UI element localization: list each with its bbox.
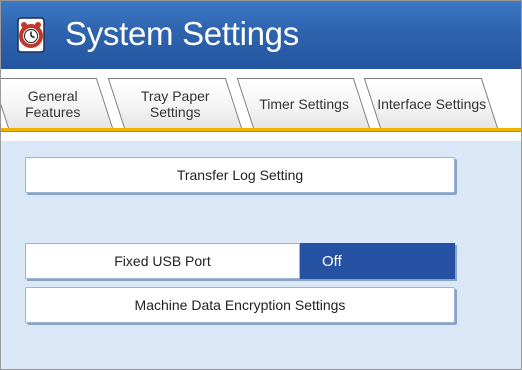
settings-panel: Transfer Log Setting Fixed USB Port Off … <box>1 141 521 369</box>
settings-clock-icon <box>15 15 47 55</box>
page-title: System Settings <box>65 15 299 52</box>
tab-label: General Features <box>1 88 104 120</box>
title-bar: System Settings <box>1 1 521 69</box>
tab-interface-settings[interactable]: Interface Settings <box>363 78 498 128</box>
tab-label: Timer Settings <box>259 96 349 112</box>
tab-timer-settings[interactable]: Timer Settings <box>236 78 370 128</box>
transfer-log-setting-button[interactable]: Transfer Log Setting <box>25 157 455 193</box>
tab-accent-shadow <box>1 131 521 132</box>
tab-label-line1: Tray Paper <box>140 87 210 104</box>
tab-label-line1: General <box>27 87 78 104</box>
machine-data-encryption-button[interactable]: Machine Data Encryption Settings <box>25 287 455 323</box>
fixed-usb-port-row[interactable]: Fixed USB Port Off <box>25 243 455 279</box>
system-settings-window: System Settings General Features Tray Pa… <box>0 0 522 370</box>
tab-label-line2: Settings <box>434 95 486 112</box>
tab-general-features[interactable]: General Features <box>1 78 114 128</box>
tab-label-line1: Timer <box>258 95 294 112</box>
tab-bar: General Features Tray Paper Settings Tim… <box>1 69 521 141</box>
fixed-usb-port-value: Off <box>300 243 455 279</box>
tab-label-line1: Interface <box>376 95 432 112</box>
tab-label-line2: Settings <box>149 103 201 120</box>
fixed-usb-port-label: Fixed USB Port <box>25 243 300 279</box>
tab-label-line2: Features <box>24 103 81 120</box>
tab-label-line2: Settings <box>297 95 349 112</box>
tab-tray-paper-settings[interactable]: Tray Paper Settings <box>107 78 242 128</box>
tab-label: Tray Paper Settings <box>117 88 233 120</box>
tab-label: Interface Settings <box>377 96 486 112</box>
